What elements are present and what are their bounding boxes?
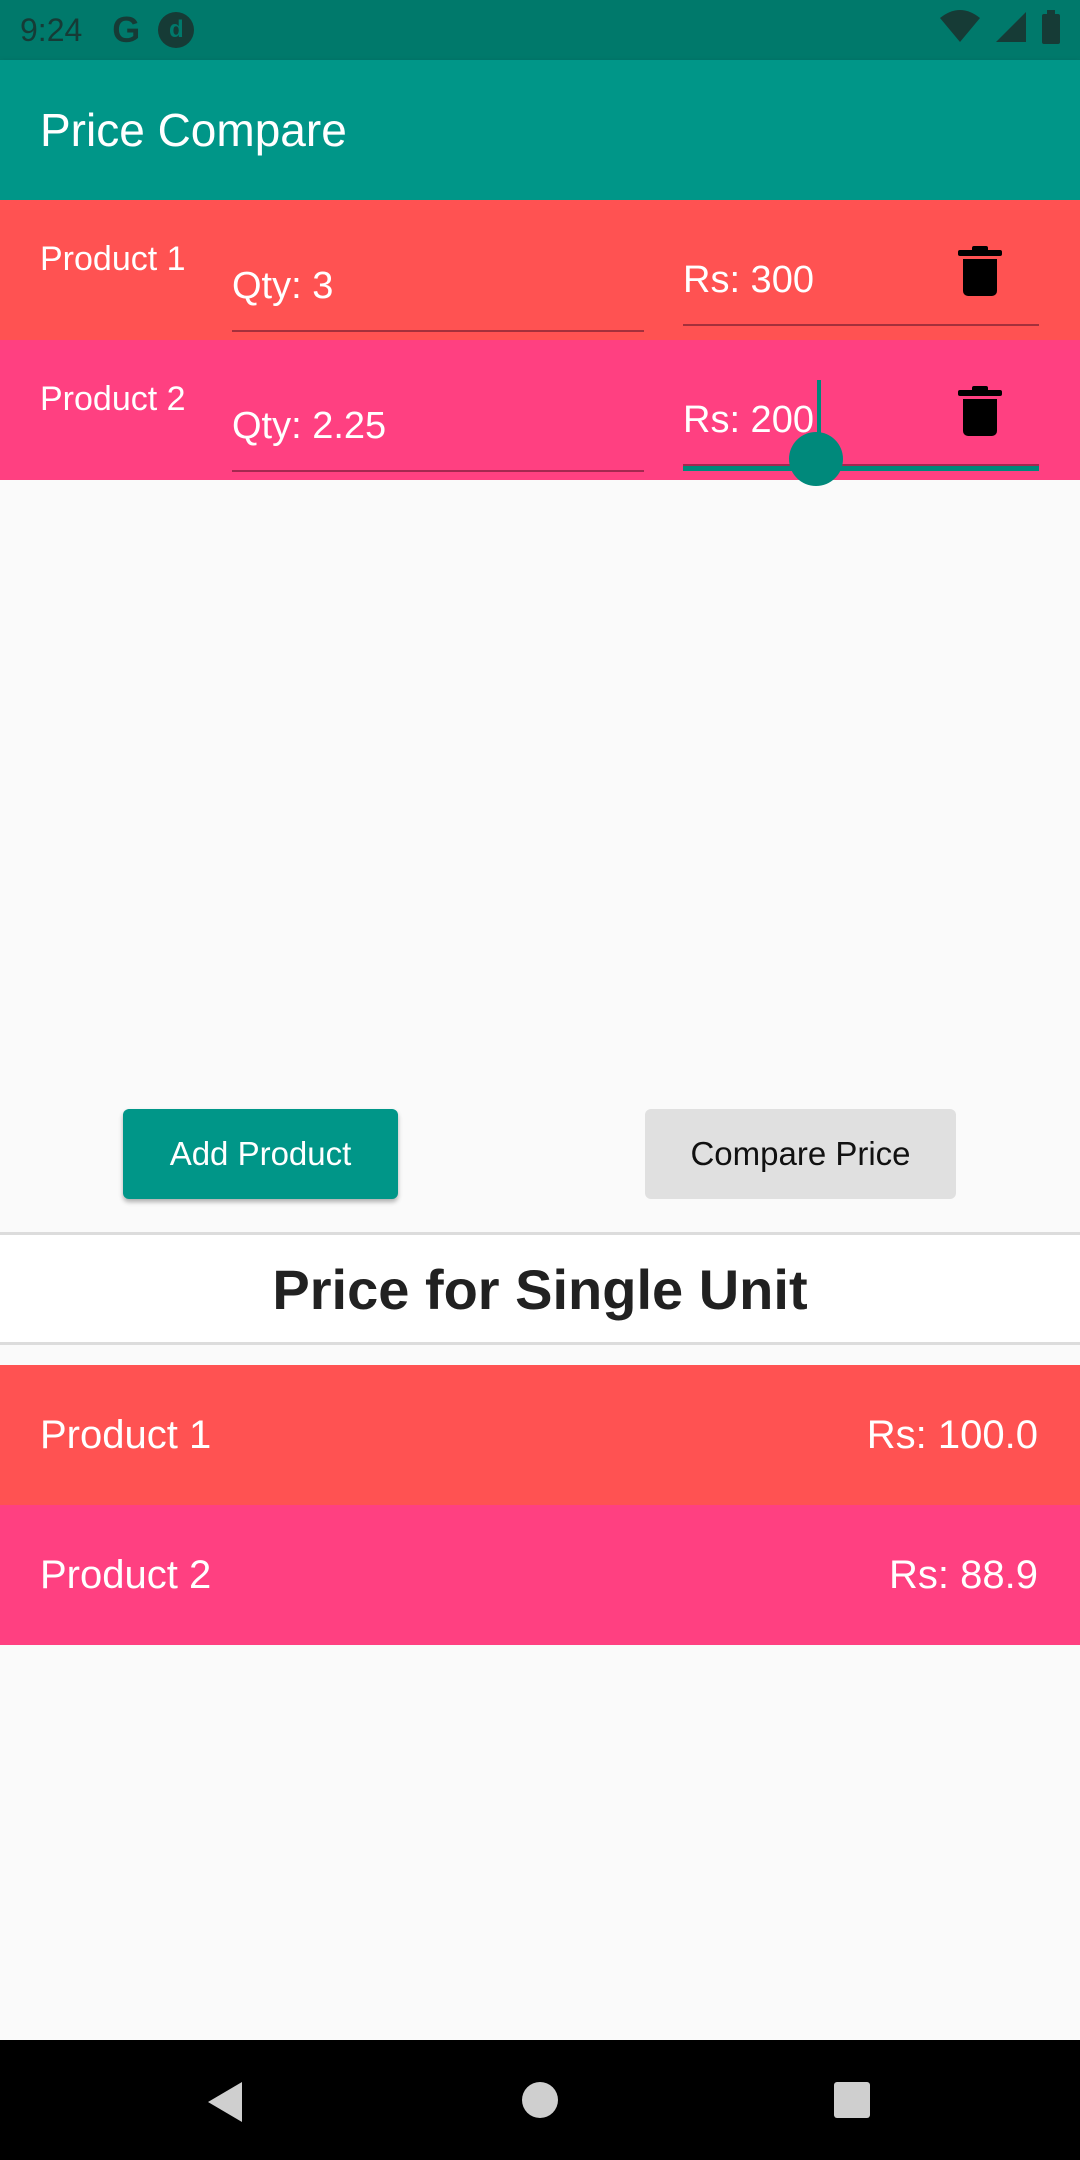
divider	[0, 1342, 1080, 1345]
battery-icon	[1042, 10, 1060, 44]
compare-price-button[interactable]: Compare Price	[645, 1109, 956, 1199]
qty-value: Qty: 3	[232, 264, 334, 307]
focus-underline	[683, 466, 1039, 471]
screen: 9:24 G d Price Compare Product 1 Qty: 3 …	[0, 0, 1080, 2160]
delete-icon[interactable]	[958, 246, 1002, 296]
recent-apps-icon[interactable]	[834, 2082, 870, 2118]
back-icon[interactable]	[208, 2082, 242, 2122]
text-cursor-handle[interactable]	[789, 432, 843, 486]
home-icon[interactable]	[522, 2082, 558, 2118]
result-product-name: Product 1	[40, 1412, 212, 1457]
signal-icon	[996, 12, 1026, 42]
price-value: Rs: 300	[683, 258, 814, 301]
app-bar: Price Compare	[0, 60, 1080, 200]
product-row-2: Product 2 Qty: 2.25 Rs: 200	[0, 340, 1080, 480]
product-name: Product 1	[40, 240, 186, 278]
qty-field[interactable]: Qty: 2.25	[232, 382, 644, 472]
results-title: Price for Single Unit	[0, 1235, 1080, 1343]
status-bar: 9:24 G d	[0, 0, 1080, 60]
navigation-bar	[0, 2040, 1080, 2160]
result-unit-price: Rs: 88.9	[889, 1552, 1038, 1597]
app-notification-icon: d	[158, 12, 195, 48]
google-icon: G	[112, 9, 141, 50]
price-value: Rs: 200	[683, 398, 814, 441]
product-row-1: Product 1 Qty: 3 Rs: 300	[0, 200, 1080, 340]
add-product-button[interactable]: Add Product	[123, 1109, 398, 1199]
result-unit-price: Rs: 100.0	[866, 1412, 1038, 1457]
wifi-icon	[940, 10, 980, 42]
status-time: 9:24	[20, 11, 83, 48]
app-title: Price Compare	[40, 104, 347, 156]
qty-value: Qty: 2.25	[232, 404, 387, 447]
status-icons	[940, 10, 1060, 44]
result-row-1: Product 1 Rs: 100.0	[0, 1365, 1080, 1505]
text-cursor	[817, 380, 821, 434]
result-product-name: Product 2	[40, 1552, 212, 1597]
product-name: Product 2	[40, 380, 186, 418]
result-row-2: Product 2 Rs: 88.9	[0, 1505, 1080, 1645]
qty-field[interactable]: Qty: 3	[232, 242, 644, 332]
delete-icon[interactable]	[958, 386, 1002, 436]
